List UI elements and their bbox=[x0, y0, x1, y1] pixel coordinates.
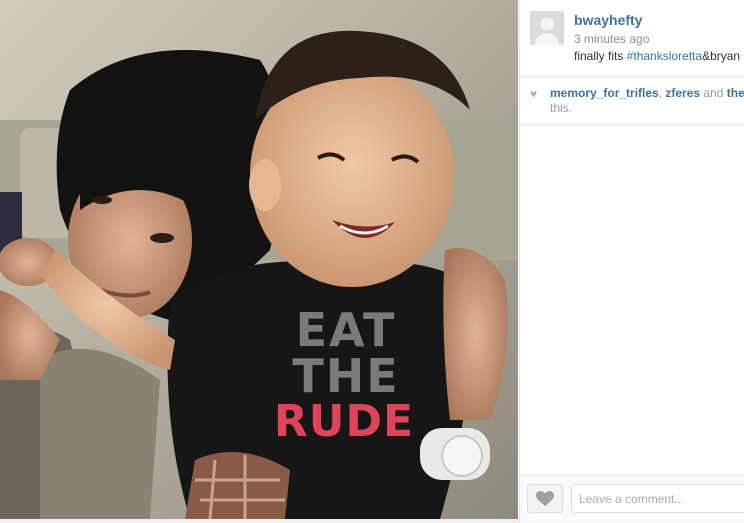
username-link[interactable]: bwayhefty bbox=[574, 12, 642, 28]
photo-bottom-edge bbox=[0, 519, 519, 523]
post-photo[interactable]: EAT THE RUDE bbox=[0, 0, 518, 519]
post-header: bwayhefty 3 minutes ago finally fits #th… bbox=[520, 0, 744, 77]
avatar[interactable] bbox=[530, 11, 564, 45]
post-timestamp: 3 minutes ago bbox=[574, 32, 650, 46]
caption-text: finally fits bbox=[574, 49, 627, 63]
post-sidebar: bwayhefty 3 minutes ago finally fits #th… bbox=[519, 0, 744, 523]
post-caption: finally fits #thankslorettа&bryan bbox=[574, 49, 740, 63]
comment-bar bbox=[520, 475, 744, 523]
likes-section: ♥ memory_for_trifles, zferes and thest t… bbox=[520, 77, 744, 125]
liker-link[interactable]: zferes bbox=[665, 86, 700, 100]
shirt-text-line-2: THE bbox=[292, 349, 399, 403]
comment-input[interactable] bbox=[571, 484, 744, 513]
heart-icon: ♥ bbox=[530, 87, 538, 101]
photo-illustration: EAT THE RUDE bbox=[0, 0, 518, 519]
likes-and-text: and bbox=[700, 86, 727, 100]
liker-link[interactable]: memory_for_trifles bbox=[550, 86, 659, 100]
shirt-text-line-3: RUDE bbox=[274, 396, 414, 447]
hashtag-link[interactable]: #thankslorettа bbox=[627, 49, 702, 63]
like-button[interactable] bbox=[527, 484, 563, 513]
caption-text-end: &bryan bbox=[702, 49, 741, 63]
likes-line: memory_for_trifles, zferes and thest bbox=[550, 86, 744, 100]
heart-icon bbox=[536, 490, 554, 506]
default-avatar-icon bbox=[530, 11, 564, 45]
likes-line-2: this. bbox=[550, 101, 573, 115]
liker-link[interactable]: thest bbox=[727, 86, 744, 100]
